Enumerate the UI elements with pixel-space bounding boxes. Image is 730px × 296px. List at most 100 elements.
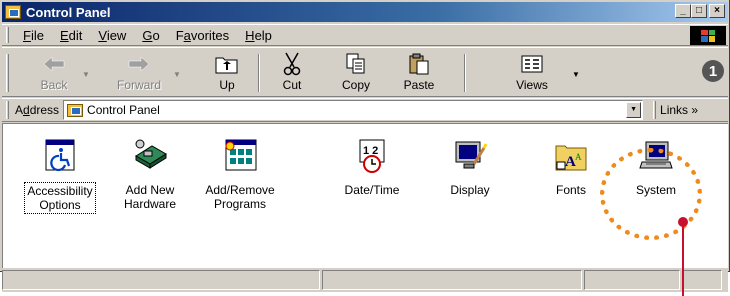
- control-panel-small-icon: [67, 103, 84, 117]
- links-grip[interactable]: [653, 101, 657, 119]
- add-new-hardware-item[interactable]: Add New Hardware: [107, 138, 193, 212]
- address-label-rest: dress: [29, 103, 60, 117]
- back-arrow-icon: [40, 52, 68, 76]
- fonts-label-line1: Fonts: [555, 183, 586, 197]
- display-icon: [452, 138, 488, 174]
- display-label: Display: [448, 182, 491, 198]
- menu-help-label: elp: [254, 27, 272, 43]
- copy-label: Copy: [341, 78, 370, 92]
- menu-favorites-prefix: F: [175, 27, 184, 43]
- address-access-key: d: [23, 103, 30, 117]
- up-folder-icon: [213, 52, 241, 76]
- menu-go-access-key: G: [142, 27, 153, 43]
- menu-grip[interactable]: [6, 27, 9, 43]
- paste-icon: [405, 52, 433, 76]
- accessibility-options-label: Accessibility Options: [24, 182, 96, 214]
- control-panel-icon: [5, 5, 21, 19]
- minimize-button[interactable]: _: [675, 4, 691, 18]
- status-panel-middle: [322, 270, 582, 290]
- cut-label: Cut: [282, 78, 302, 92]
- menu-favorites-access-key: a: [183, 27, 191, 43]
- title-bar: Control Panel _ □ ×: [2, 2, 728, 22]
- standard-toolbar: Back ▼ Forward ▼ Up Cut Copy Paste Views…: [2, 47, 728, 97]
- add-hardware-icon: [132, 138, 168, 174]
- views-icon: [518, 52, 546, 76]
- date-time-label: Date/Time: [343, 182, 402, 198]
- copy-button[interactable]: Copy: [336, 52, 376, 94]
- menu-edit-access-key: E: [59, 27, 69, 43]
- accessibility-icon: [42, 138, 78, 174]
- fonts-label: Fonts: [554, 182, 588, 198]
- address-label: Address: [15, 103, 59, 117]
- menu-edit-label: dit: [68, 27, 83, 43]
- views-dropdown-icon[interactable]: ▼: [572, 70, 580, 79]
- menu-file[interactable]: File: [15, 28, 52, 43]
- svg-text:A: A: [575, 152, 582, 162]
- menu-view-label: iew: [106, 27, 127, 43]
- paste-button[interactable]: Paste: [398, 52, 440, 94]
- add-remove-programs-label-line2: Programs: [213, 197, 266, 211]
- date-time-item[interactable]: 1 2 Date/Time: [329, 138, 415, 198]
- accessibility-options-label-line2: Options: [39, 198, 81, 212]
- menu-go[interactable]: Go: [134, 28, 167, 43]
- resize-grip[interactable]: [682, 270, 722, 290]
- links-button[interactable]: Links »: [660, 103, 698, 117]
- status-panel-main: [2, 270, 320, 290]
- highlight-ring: [600, 148, 702, 240]
- menu-file-label: ile: [30, 27, 44, 43]
- forward-dropdown-icon[interactable]: ▼: [173, 70, 181, 79]
- back-button[interactable]: Back: [32, 52, 76, 94]
- address-input[interactable]: Control Panel ▼: [63, 100, 644, 120]
- window-controls: _ □ ×: [675, 4, 725, 18]
- address-label-prefix: A: [15, 103, 24, 117]
- back-label: Back: [40, 78, 68, 92]
- menu-go-label: o: [152, 27, 160, 43]
- address-dropdown-button[interactable]: ▼: [626, 102, 642, 118]
- fonts-icon: AA: [553, 138, 589, 174]
- date-time-label-line1: Date/Time: [344, 183, 400, 197]
- menu-help[interactable]: Help: [237, 28, 280, 43]
- maximize-button[interactable]: □: [691, 4, 707, 18]
- address-grip[interactable]: [6, 101, 9, 119]
- menu-view[interactable]: View: [90, 28, 134, 43]
- forward-button[interactable]: Forward: [112, 52, 166, 94]
- pointer-line: [682, 222, 684, 296]
- scissors-icon: [278, 52, 306, 76]
- accessibility-options-item[interactable]: Accessibility Options: [17, 138, 103, 214]
- add-remove-programs-label-line1: Add/Remove: [205, 183, 275, 197]
- windows-logo: [690, 26, 726, 45]
- forward-label: Forward: [116, 78, 161, 92]
- forward-arrow-icon: [125, 52, 153, 76]
- toolbar-separator: [464, 54, 466, 92]
- menu-bar: File Edit View Go Favorites Help: [2, 24, 728, 46]
- add-remove-programs-label: Add/Remove Programs: [203, 182, 276, 212]
- window-title: Control Panel: [26, 4, 111, 20]
- add-new-hardware-label: Add New Hardware: [122, 182, 178, 212]
- close-button[interactable]: ×: [709, 4, 725, 18]
- address-value: Control Panel: [87, 103, 160, 117]
- windows-flag-icon: [701, 29, 715, 42]
- menu-help-access-key: H: [245, 27, 255, 43]
- accessibility-options-label-line1: Accessibility: [27, 184, 93, 198]
- views-button[interactable]: Views: [510, 52, 554, 94]
- display-item[interactable]: Display: [427, 138, 513, 198]
- paste-label: Paste: [403, 78, 435, 92]
- back-dropdown-icon[interactable]: ▼: [82, 70, 90, 79]
- toolbar-grip[interactable]: [6, 54, 9, 92]
- add-new-hardware-label-line1: Add New: [125, 183, 175, 197]
- up-button[interactable]: Up: [209, 52, 245, 94]
- cut-button[interactable]: Cut: [274, 52, 310, 94]
- menu-edit[interactable]: Edit: [52, 28, 90, 43]
- copy-icon: [342, 52, 370, 76]
- menu-favorites[interactable]: Favorites: [168, 28, 237, 43]
- add-remove-programs-item[interactable]: Add/Remove Programs: [197, 138, 283, 212]
- add-remove-programs-icon: [222, 138, 258, 174]
- status-bar: [2, 270, 728, 292]
- status-panel-right: [584, 270, 680, 290]
- menu-view-access-key: V: [98, 27, 107, 43]
- views-label: Views: [516, 78, 548, 92]
- menu-file-access-key: F: [23, 27, 31, 43]
- add-new-hardware-label-line2: Hardware: [123, 197, 177, 211]
- toolbar-separator: [258, 54, 260, 92]
- date-time-icon: 1 2: [354, 138, 390, 174]
